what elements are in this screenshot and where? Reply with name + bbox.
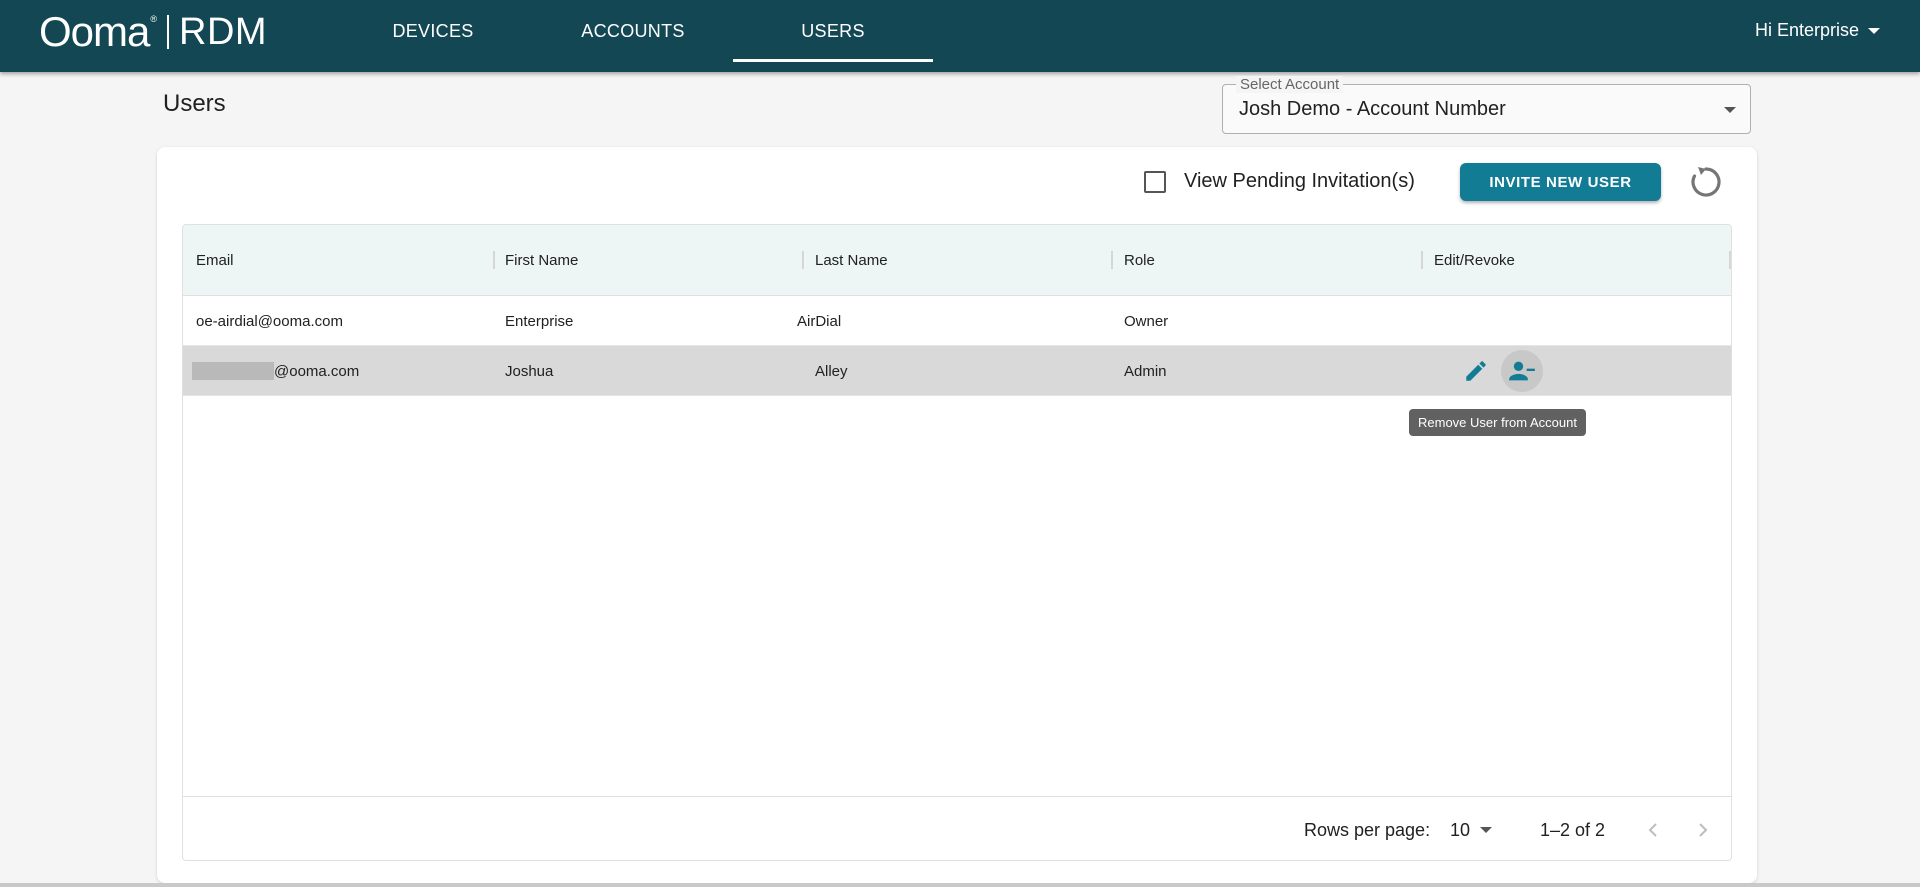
nav-tab-label: USERS <box>801 20 865 41</box>
cell-last-name: Alley <box>815 362 848 380</box>
pending-invitations-checkbox[interactable] <box>1144 170 1166 193</box>
column-separator[interactable] <box>493 251 495 269</box>
nav-tab-accounts[interactable]: ACCOUNTS <box>556 0 710 62</box>
nav-tab-label: DEVICES <box>392 20 474 41</box>
account-select-value: Josh Demo - Account Number <box>1239 98 1506 120</box>
logo-divider <box>167 15 170 49</box>
view-pending-invitations-toggle[interactable]: View Pending Invitation(s) <box>1144 170 1415 193</box>
column-header-email[interactable]: Email <box>196 225 234 296</box>
redacted-block <box>192 362 274 380</box>
chevron-down-icon <box>1480 827 1493 833</box>
remove-user-tooltip: Remove User from Account <box>1409 409 1586 436</box>
table-header-row: Email First Name Last Name Role Edit/Rev… <box>183 225 1731 296</box>
person-remove-icon <box>1509 361 1535 381</box>
column-separator[interactable] <box>802 251 804 269</box>
logo-product-text: RDM <box>179 10 268 53</box>
column-separator[interactable] <box>1111 251 1113 269</box>
rows-per-page-value: 10 <box>1450 819 1471 840</box>
users-table: Email First Name Last Name Role Edit/Rev… <box>182 224 1732 861</box>
user-greeting: Hi Enterprise <box>1754 20 1859 40</box>
page-range: 1–2 of 2 <box>1540 819 1606 840</box>
previous-page-button[interactable] <box>1637 814 1669 846</box>
cell-first-name: Joshua <box>505 362 554 380</box>
ooma-rdm-logo[interactable]: Ooma ® RDM <box>39 6 267 58</box>
next-page-button[interactable] <box>1687 814 1719 846</box>
nav-tab-devices[interactable]: DEVICES <box>368 0 498 62</box>
table-row[interactable]: @ooma.com Joshua Alley Admin <box>183 346 1731 396</box>
rows-per-page-label: Rows per page: <box>1304 819 1431 840</box>
cell-role: Admin <box>1124 362 1167 380</box>
page-title: Users <box>163 90 226 117</box>
refresh-icon <box>1691 167 1721 197</box>
nav-tab-users[interactable]: USERS <box>733 0 933 62</box>
logo-ooma-text: Ooma <box>39 8 150 55</box>
user-menu[interactable]: Hi Enterprise <box>1755 20 1880 41</box>
table-pagination: Rows per page: 10 1–2 of 2 <box>183 796 1731 860</box>
horizontal-scrollbar[interactable] <box>0 883 1920 887</box>
cell-last-name: AirDial <box>797 312 842 330</box>
app-bar: Ooma ® RDM DEVICES ACCOUNTS USERS Hi Ent… <box>0 0 1920 72</box>
column-separator[interactable] <box>1729 251 1731 269</box>
column-header-edit-revoke[interactable]: Edit/Revoke <box>1434 225 1515 296</box>
rows-per-page-select[interactable]: 10 <box>1450 797 1493 860</box>
edit-user-button[interactable] <box>1455 350 1497 392</box>
logo-registered-mark: ® <box>150 14 158 24</box>
column-header-role[interactable]: Role <box>1124 225 1155 296</box>
invite-new-user-button[interactable]: INVITE NEW USER <box>1460 163 1661 201</box>
column-header-last-name[interactable]: Last Name <box>815 225 888 296</box>
cell-email: @ooma.com <box>192 346 359 396</box>
dropdown-arrow-icon <box>1724 107 1736 113</box>
edit-pencil-icon <box>1466 361 1486 381</box>
cell-first-name: Enterprise <box>505 312 574 330</box>
nav-tab-label: ACCOUNTS <box>581 20 685 41</box>
column-separator[interactable] <box>1421 251 1423 269</box>
account-select-label: Select Account <box>1236 76 1344 93</box>
table-row[interactable]: oe-airdial@ooma.com Enterprise AirDial O… <box>183 296 1731 346</box>
chevron-left-icon <box>1648 823 1657 837</box>
pending-invitations-label: View Pending Invitation(s) <box>1184 170 1415 192</box>
account-select[interactable]: Select Account Josh Demo - Account Numbe… <box>1222 76 1751 134</box>
chevron-right-icon <box>1699 823 1708 837</box>
refresh-button[interactable] <box>1688 164 1724 200</box>
chevron-down-icon <box>1868 27 1880 34</box>
cell-email-text: @ooma.com <box>274 362 360 380</box>
cell-email: oe-airdial@ooma.com <box>196 312 343 330</box>
cell-role: Owner <box>1124 312 1169 330</box>
remove-user-button[interactable] <box>1501 350 1543 392</box>
column-header-first-name[interactable]: First Name <box>505 225 578 296</box>
